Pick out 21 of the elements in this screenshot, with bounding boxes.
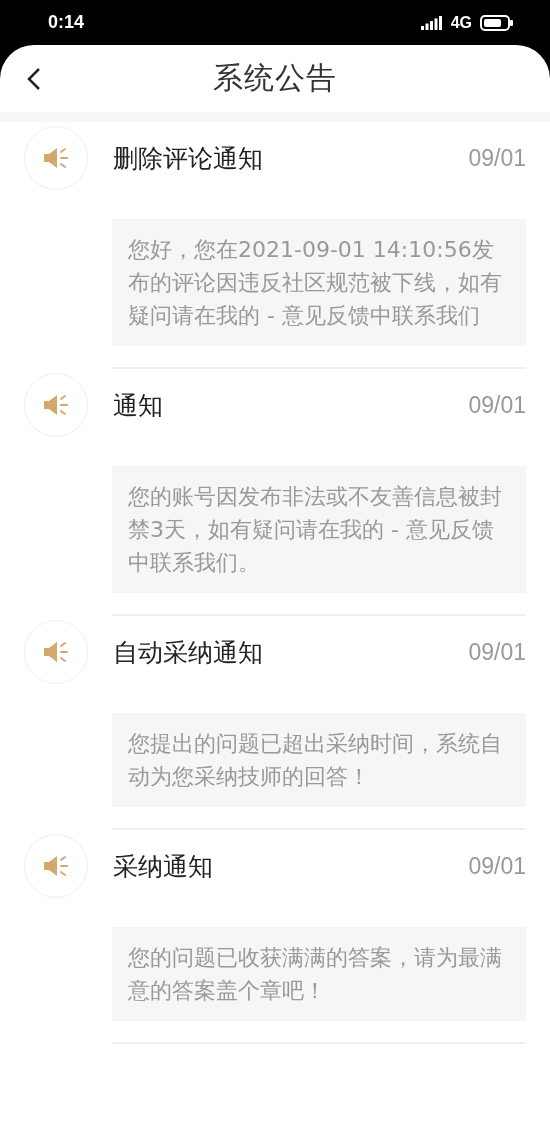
notice-title: 通知 (113, 389, 164, 422)
notice-message: 您好，您在2021-09-01 14:10:56发布的评论因违反社区规范被下线，如有疑问请在我的 - 意见反馈中联系我们 (112, 219, 526, 346)
speaker-icon (42, 854, 70, 878)
notice-title: 删除评论通知 (113, 142, 264, 175)
notice-message: 您提出的问题已超出采纳时间，系统自动为您采纳技师的回答！ (112, 713, 526, 807)
notice-message: 您的账号因发布非法或不友善信息被封禁3天，如有疑问请在我的 - 意见反馈中联系我们。 (112, 466, 526, 593)
battery-icon (480, 14, 514, 31)
notice-date: 09/01 (468, 852, 526, 880)
speaker-icon (42, 640, 70, 664)
notice-date: 09/01 (468, 638, 526, 666)
speaker-icon (42, 146, 70, 170)
notice-date: 09/01 (468, 391, 526, 419)
notice-title: 采纳通知 (113, 850, 214, 883)
notice-title: 自动采纳通知 (113, 636, 264, 669)
signal-icon (420, 15, 443, 30)
network-label: 4G (450, 13, 472, 32)
speaker-icon (42, 393, 70, 417)
status-time: 0:14 (48, 12, 85, 33)
notice-message: 您的问题已收获满满的答案，请为最满意的答案盖个章吧！ (112, 927, 526, 1021)
page-title: 系统公告 (213, 59, 337, 97)
notice-date: 09/01 (468, 144, 526, 172)
